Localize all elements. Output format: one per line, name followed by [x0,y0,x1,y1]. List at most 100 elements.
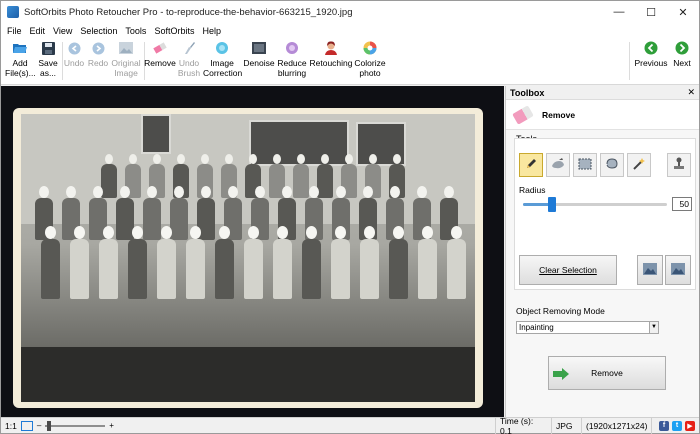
reduce-blurring-icon [284,40,300,56]
zoom-out-icon[interactable]: – [37,421,41,430]
radius-slider[interactable] [523,197,667,212]
remove-tool-label: Remove [144,58,176,68]
image-correction-button[interactable]: Image Correction [203,40,242,78]
load-selection-icon [643,263,657,277]
previous-button[interactable]: Previous [633,40,669,68]
close-button[interactable]: ✕ [667,1,699,23]
colorize-photo-label: Colorize photo [354,58,386,78]
photo-person-head [369,154,377,164]
photo-person-head [248,226,259,239]
menu-selection[interactable]: Selection [80,26,117,36]
menu-softorbits[interactable]: SoftOrbits [154,26,194,36]
denoise-label: Denoise [243,58,275,68]
retouching-button[interactable]: Retouching [310,40,353,68]
photo-person-head [74,226,85,239]
photo-person-head [282,186,292,198]
photo-person-body [128,239,147,299]
floppy-disk-icon [40,40,56,56]
photo-person-head [177,154,185,164]
undo-button[interactable]: Undo [63,40,85,68]
photo-person-body [244,239,263,299]
next-button[interactable]: Next [669,40,695,68]
load-selection-button[interactable] [637,255,663,285]
youtube-icon[interactable]: ▶ [685,420,695,431]
menu-edit[interactable]: Edit [30,26,46,36]
app-window: SoftOrbits Photo Retoucher Pro - to-repr… [0,0,700,434]
remove-action-button[interactable]: Remove [548,356,666,390]
rectangle-select-tool-button[interactable] [573,153,597,177]
status-format: JPG [551,417,581,434]
radius-label: Radius [519,185,546,195]
colorize-wheel-icon [362,40,378,56]
save-as-button[interactable]: Save as... [36,40,60,78]
photo-person-head [190,226,201,239]
photo-person-head [297,154,305,164]
photo-person-body [273,239,292,299]
stamp-icon [673,157,685,173]
stamp-tool-button[interactable] [667,153,691,177]
eraser-icon [152,40,168,56]
zoom-in-icon[interactable]: + [109,421,114,430]
ribbon-separator [629,42,630,80]
photo-person-head [228,186,238,198]
photo-person-body [360,239,379,299]
radius-input[interactable]: 50 [672,197,692,211]
photo-person-head [273,154,281,164]
photo-person-body [389,239,408,299]
photo-person-body [70,239,89,299]
photo-person-body [143,198,161,240]
undo-label: Undo [63,58,85,68]
lasso-tool-button[interactable] [600,153,624,177]
reduce-blurring-button[interactable]: Reduce blurring [276,40,308,78]
toolbox-close-button[interactable]: ✕ [687,87,695,98]
photo-person-body [317,164,333,198]
fit-to-window-icon[interactable] [20,420,33,431]
photo-person-head [364,226,375,239]
minimize-button[interactable]: — [603,1,635,23]
denoise-button[interactable]: Denoise [243,40,275,68]
next-label: Next [673,58,691,68]
photo-person-head [335,226,346,239]
vintage-group-photo [13,108,483,408]
redo-button[interactable]: Redo [87,40,109,68]
object-removing-mode-label: Object Removing Mode [516,306,605,316]
colorize-photo-button[interactable]: Colorize photo [354,40,386,78]
add-files-button[interactable]: Add File(s)... [5,40,36,78]
previous-label: Previous [634,58,668,68]
photo-person-head [363,186,373,198]
photo-person-head [225,154,233,164]
undo-brush-button[interactable]: Undo Brush [177,40,201,78]
clear-selection-button[interactable]: Clear Selection [519,255,617,285]
zoom-slider[interactable] [45,420,106,431]
twitter-icon[interactable]: t [672,420,682,431]
zoom-slider-thumb[interactable] [47,420,52,431]
lasso-icon [605,158,619,172]
maximize-button[interactable]: ☐ [635,1,667,23]
facebook-icon[interactable]: f [659,420,669,431]
menu-file[interactable]: File [7,26,22,36]
photo-person-head [393,226,404,239]
magic-wand-tool-button[interactable] [627,153,651,177]
pencil-tool-button[interactable] [519,153,543,177]
magic-eraser-tool-button[interactable] [546,153,570,177]
menu-help[interactable]: Help [202,26,221,36]
previous-arrow-icon [643,40,659,56]
save-selection-button[interactable] [665,255,691,285]
remove-action-label: Remove [591,368,623,378]
remove-tool-button[interactable]: Remove [144,40,176,68]
original-image-button[interactable]: Original Image [109,40,143,78]
photo-person-head [255,186,265,198]
menu-view[interactable]: View [53,26,72,36]
menu-tools[interactable]: Tools [125,26,146,36]
undo-icon [66,40,82,56]
photo-content [21,114,475,402]
pencil-icon [525,158,537,172]
zoom-ratio-label[interactable]: 1:1 [1,421,21,431]
photo-person-head [93,186,103,198]
redo-icon [90,40,106,56]
image-canvas[interactable] [1,86,504,417]
object-removing-mode-select[interactable]: Inpainting ▼ [516,321,659,334]
radius-slider-thumb[interactable] [547,197,556,212]
original-image-label: Original Image [111,58,141,78]
photo-person-head [201,186,211,198]
